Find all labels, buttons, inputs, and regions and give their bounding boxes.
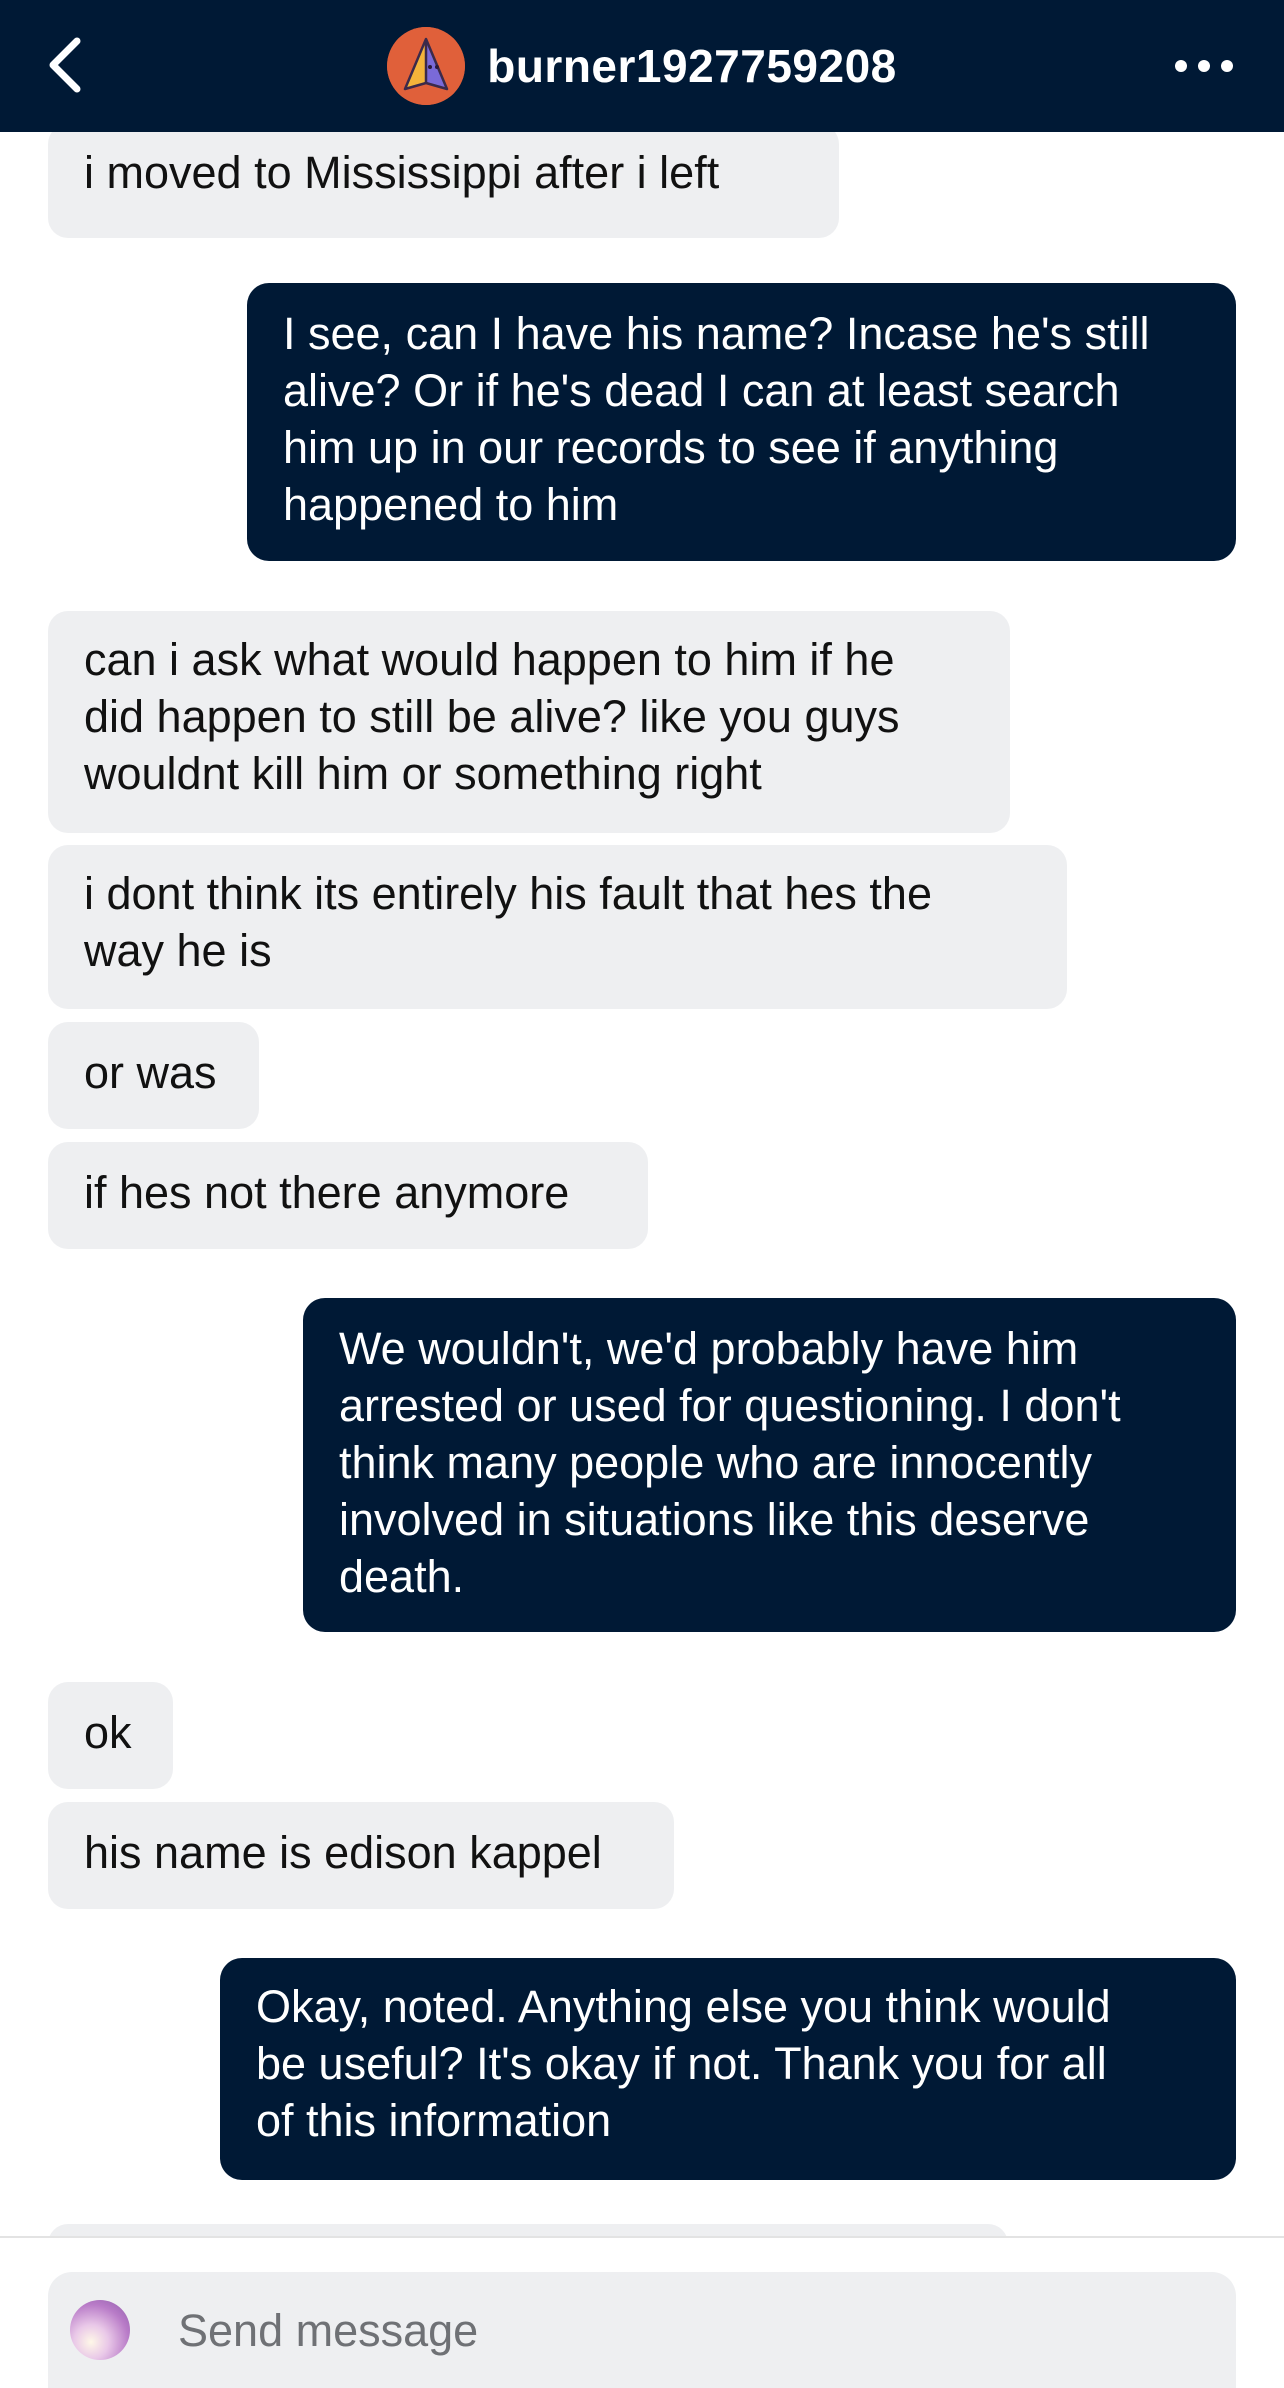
incoming-message[interactable]: his name is edison kappel: [48, 1802, 674, 1909]
send-message-input[interactable]: [176, 2292, 1200, 2370]
user-avatar: [70, 2300, 130, 2360]
avatar[interactable]: [387, 27, 466, 105]
pyramid-avatar-icon: [387, 27, 466, 105]
incoming-message-partial[interactable]: [48, 2224, 1008, 2236]
incoming-message[interactable]: i dont think its entirely his fault that…: [48, 845, 1067, 1009]
conversation-header: burner1927759208: [0, 0, 1284, 132]
incoming-message[interactable]: can i ask what would happen to him if he…: [48, 611, 1010, 833]
more-dot: [1198, 60, 1210, 72]
more-options-button[interactable]: [1164, 40, 1244, 92]
message-list[interactable]: i moved to Mississippi after i left I se…: [0, 132, 1284, 2236]
composer-bar: [48, 2272, 1236, 2388]
more-dot: [1221, 60, 1233, 72]
username: burner1927759208: [487, 40, 897, 92]
incoming-message[interactable]: i moved to Mississippi after i left: [48, 132, 839, 238]
incoming-message[interactable]: if hes not there anymore: [48, 1142, 648, 1249]
outgoing-message[interactable]: We wouldn't, we'd probably have him arre…: [303, 1298, 1236, 1632]
outgoing-message[interactable]: Okay, noted. Anything else you think wou…: [220, 1958, 1236, 2180]
conversation-title[interactable]: burner1927759208: [0, 0, 1284, 132]
messaging-screen: burner1927759208 i moved to Mississippi …: [0, 0, 1284, 2388]
incoming-message[interactable]: ok: [48, 1682, 173, 1789]
more-horizontal-icon: [1175, 60, 1187, 72]
composer-divider: [0, 2236, 1284, 2238]
outgoing-message[interactable]: I see, can I have his name? Incase he's …: [247, 283, 1236, 561]
incoming-message[interactable]: or was: [48, 1022, 259, 1129]
